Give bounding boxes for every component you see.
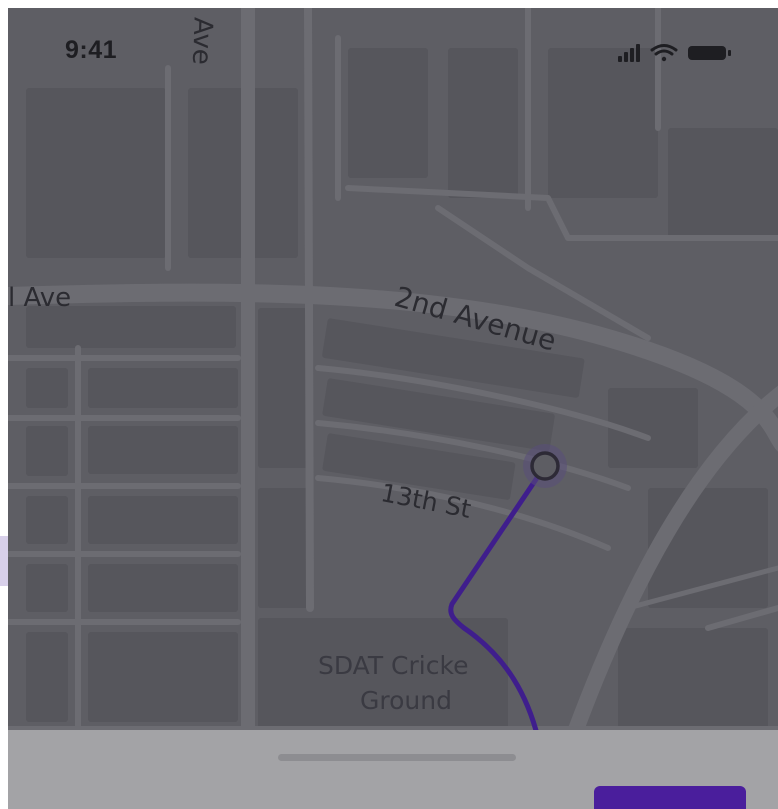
map-blocks (26, 48, 778, 728)
place-label-sdat-line2: Ground (360, 686, 452, 715)
battery-icon (688, 46, 731, 60)
sheet-drag-handle[interactable] (278, 754, 516, 761)
destination-marker[interactable] (523, 444, 567, 488)
sheet-action-button[interactable] (594, 786, 746, 809)
status-time: 9:41 (65, 36, 118, 64)
place-label-sdat-line1: SDAT Cricke (318, 651, 469, 680)
street-label-ave-left: l Ave (8, 283, 72, 313)
status-icons (618, 42, 748, 66)
phone-screen: Ave l Ave 2nd Avenue 13th St SDAT Cricke… (8, 8, 778, 809)
cellular-signal-icon (618, 44, 640, 62)
street-label-ave-top: Ave (186, 16, 218, 66)
wifi-icon (650, 44, 678, 62)
background-sliver (0, 0, 8, 809)
bottom-sheet[interactable] (8, 730, 778, 809)
background-accent (0, 536, 8, 586)
